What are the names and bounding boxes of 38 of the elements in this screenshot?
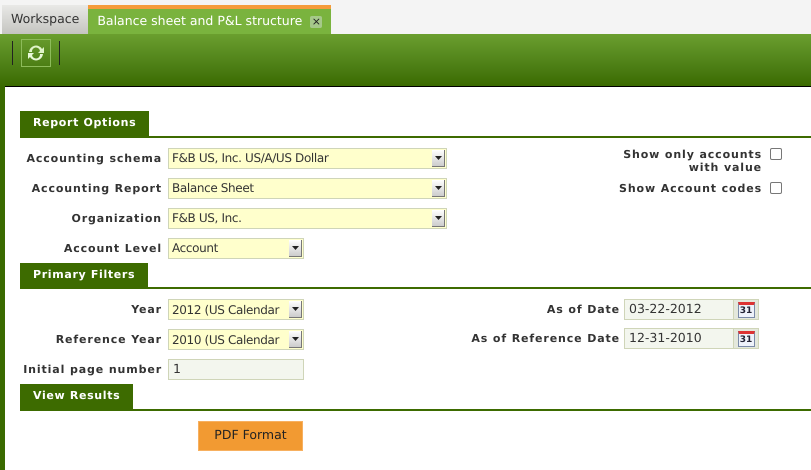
dropdown-field[interactable]: F&B US, Inc. US/A/US Dollar [168,148,447,168]
caret-icon [432,180,445,196]
field-label: Account Level [64,242,162,254]
field-label: Show Account codes [619,182,762,194]
field-label: As of Reference Date [471,332,620,345]
field-label: Initial page number [23,363,162,376]
date-field[interactable]: 12-31-2010 [624,328,734,349]
field-label: Reference Year [56,333,162,346]
caret-icon [289,301,302,318]
caret-icon [432,210,445,226]
close-icon[interactable]: × [310,16,322,28]
caret-icon [289,331,302,348]
dropdown-field[interactable]: 2012 (US Calendar [168,299,304,320]
section-header: View Results [20,384,134,408]
tab[interactable]: Balance sheet and P&L structure × [88,5,332,34]
dropdown-field[interactable]: F&B US, Inc. [168,208,447,228]
calendar-icon[interactable]: 31 [734,299,759,320]
dropdown-field[interactable]: Account [168,238,304,258]
calendar-icon[interactable]: 31 [734,328,759,349]
section-header: Primary Filters [20,262,148,287]
pdf-button[interactable]: PDF Format [198,420,303,450]
field-label: Accounting schema [26,152,162,164]
checkbox[interactable] [770,148,782,160]
dropdown-field[interactable]: 2010 (US Calendar [168,329,304,350]
dropdown-field[interactable]: Balance Sheet [168,178,447,198]
field-label: As of Date [546,303,620,316]
section-header: Report Options [20,111,150,136]
caret-icon [432,150,445,166]
tab[interactable]: Workspace [2,5,88,34]
input-field[interactable]: 1 [168,359,304,380]
field-label: Accounting Report [32,182,162,194]
checkbox[interactable] [770,182,782,194]
field-label: Show only accounts with value [622,148,762,174]
field-label: Organization [72,212,162,224]
date-field[interactable]: 03-22-2012 [624,299,734,320]
refresh-icon[interactable] [21,39,51,67]
caret-icon [289,240,302,256]
field-label: Year [131,303,162,316]
